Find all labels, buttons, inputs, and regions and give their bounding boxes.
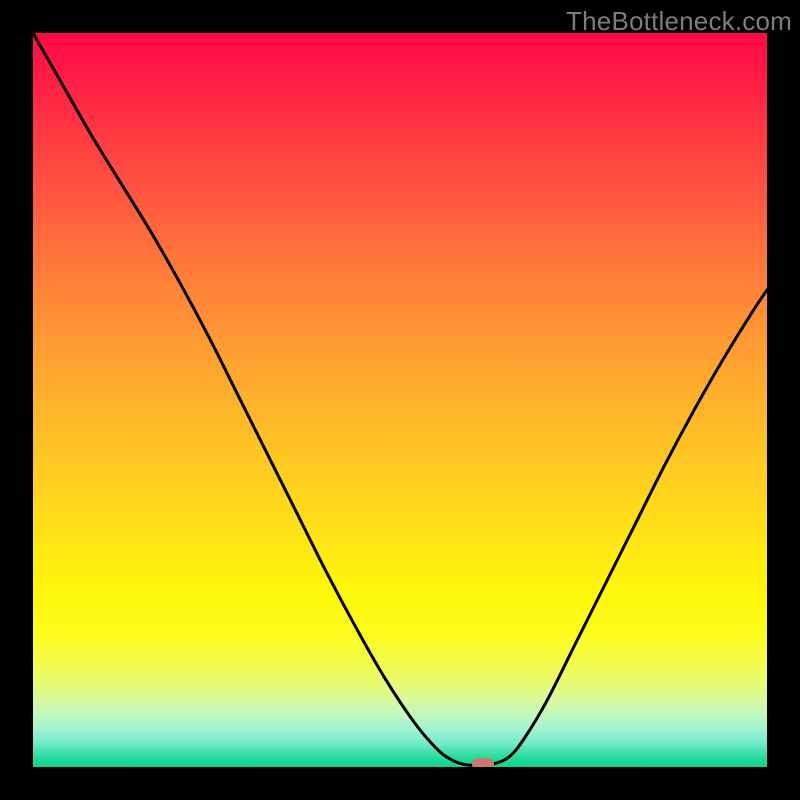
bottleneck-curve bbox=[33, 33, 767, 767]
plot-area bbox=[33, 33, 767, 767]
chart-frame: TheBottleneck.com bbox=[0, 0, 800, 800]
optimal-point-marker bbox=[472, 758, 494, 767]
